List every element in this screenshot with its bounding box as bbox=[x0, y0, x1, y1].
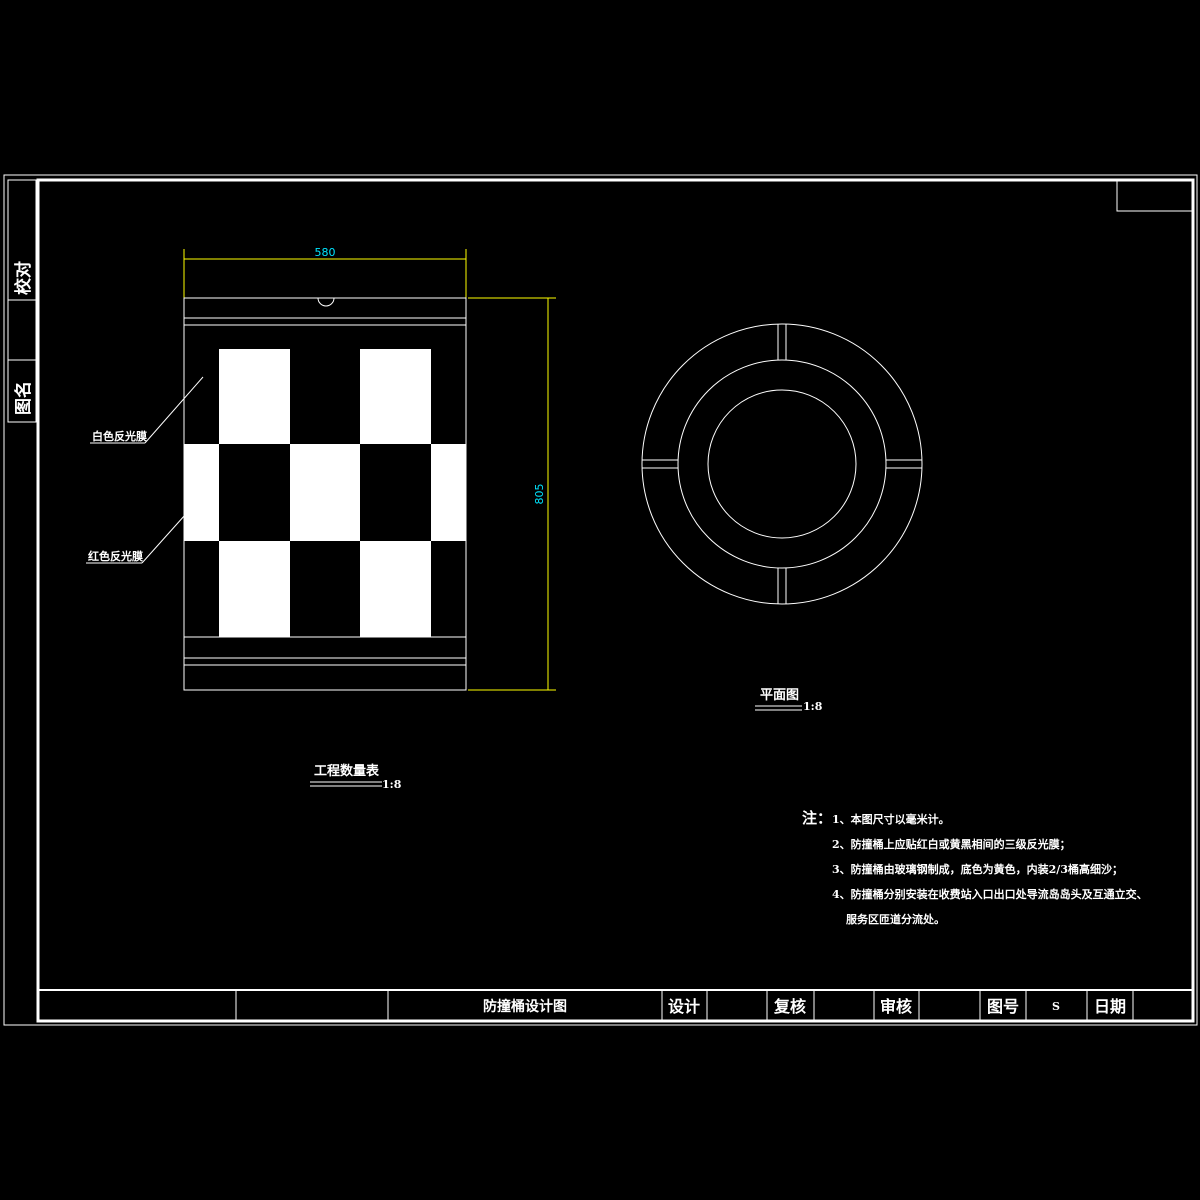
note-item: 4、防撞桶分别安装在收费站入口出口处导流岛岛头及互通立交、 bbox=[832, 887, 1148, 901]
white-panel bbox=[290, 444, 360, 541]
inner-ring bbox=[707, 389, 857, 539]
white-panel bbox=[184, 444, 219, 541]
cad-drawing: 校对 图名 580 805 白色反光膜 红色反光膜 工程数量表 1:8 平面图 … bbox=[3, 174, 1198, 1026]
white-panel bbox=[219, 541, 290, 637]
side-strip: 校对 图名 bbox=[7, 179, 37, 423]
drawing-title: 防撞桶设计图 bbox=[483, 998, 567, 1015]
handle-notch bbox=[317, 297, 335, 307]
review-label: 复核 bbox=[773, 997, 806, 1016]
notes: 注： 1、本图尺寸以毫米计。 2、防撞桶上应贴红白或黄黑相间的三级反光膜； 3、… bbox=[802, 809, 1148, 926]
note-item: 1、本图尺寸以毫米计。 bbox=[832, 812, 950, 826]
plan-scale: 1:8 bbox=[803, 700, 823, 713]
white-film-label: 白色反光膜 bbox=[92, 429, 147, 443]
white-panel bbox=[219, 349, 290, 444]
elevation-title: 工程数量表 bbox=[314, 763, 380, 779]
height-dimension-text: 805 bbox=[533, 484, 546, 505]
white-film-leader bbox=[144, 376, 204, 444]
width-dimension-text: 580 bbox=[315, 246, 336, 259]
note-item: 服务区匝道分流处。 bbox=[846, 912, 945, 926]
corner-box bbox=[1116, 179, 1194, 212]
plan-title: 平面图 bbox=[760, 688, 799, 703]
white-panel bbox=[360, 541, 431, 637]
notes-heading: 注： bbox=[802, 809, 832, 827]
side-label-check: 校对 bbox=[13, 261, 34, 295]
note-item: 2、防撞桶上应贴红白或黄黑相间的三级反光膜； bbox=[832, 837, 1071, 851]
drawing-no-value: S bbox=[1052, 1000, 1060, 1013]
red-film-label: 红色反光膜 bbox=[88, 549, 143, 563]
approve-label: 审核 bbox=[880, 997, 912, 1016]
red-film-leader bbox=[141, 514, 186, 564]
elevation-view: 580 805 白色反光膜 红色反光膜 工程数量表 1:8 bbox=[86, 246, 556, 791]
drawing-no-label: 图号 bbox=[987, 997, 1019, 1016]
middle-ring bbox=[677, 359, 887, 569]
design-label: 设计 bbox=[668, 997, 700, 1016]
reflective-film-checkerboard bbox=[184, 349, 466, 637]
elevation-scale: 1:8 bbox=[382, 778, 402, 791]
note-item: 3、防撞桶由玻璃钢制成，底色为黄色，内装2/3桶高细沙； bbox=[832, 862, 1123, 876]
outer-ring bbox=[641, 323, 923, 605]
white-panel bbox=[360, 349, 431, 444]
side-label-drawing-name: 图名 bbox=[13, 381, 34, 415]
white-panel bbox=[431, 444, 466, 541]
date-label: 日期 bbox=[1094, 997, 1126, 1016]
title-block: 防撞桶设计图 设计 复核 审核 图号 S 日期 bbox=[38, 989, 1193, 1021]
plan-view bbox=[641, 323, 923, 605]
